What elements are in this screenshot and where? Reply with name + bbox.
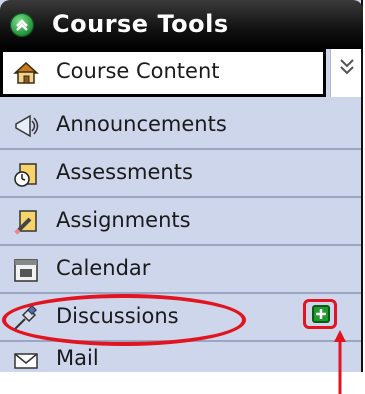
add-discussion-button[interactable] [312, 305, 330, 323]
menu-item-announcements[interactable]: Announcements [0, 102, 361, 150]
collapse-icon[interactable] [10, 13, 34, 37]
menu-item-label: Discussions [56, 304, 179, 328]
menu-item-label: Assessments [56, 160, 193, 184]
megaphone-icon [12, 112, 40, 140]
panel-header: Course Tools [0, 0, 363, 49]
collapse-chevron-glyph [16, 19, 28, 31]
menu-item-discussions[interactable]: Discussions [0, 294, 361, 342]
menu-item-course-content[interactable]: Course Content [0, 49, 326, 97]
panel-title: Course Tools [52, 10, 229, 38]
menu-item-label: Course Content [56, 59, 220, 83]
course-tools-panel: Course Tools Course Content Announcement… [0, 0, 363, 372]
assignment-pencil-icon [12, 208, 40, 236]
menu-item-label: Announcements [56, 112, 227, 136]
pushpin-icon [12, 304, 40, 332]
expand-button[interactable] [330, 49, 361, 97]
menu-item-assignments[interactable]: Assignments [0, 198, 361, 246]
menu-item-mail[interactable]: Mail [0, 342, 361, 372]
double-chevron-down-icon [340, 59, 354, 75]
menu-item-label: Assignments [56, 208, 191, 232]
envelope-icon [12, 348, 40, 376]
menu-item-label: Calendar [56, 256, 151, 280]
assessment-clipboard-icon [12, 160, 40, 188]
home-icon [12, 59, 40, 87]
menu-item-calendar[interactable]: Calendar [0, 246, 361, 294]
annotation-arrow-icon [334, 330, 346, 394]
menu-item-assessments[interactable]: Assessments [0, 150, 361, 198]
menu-item-label: Mail [56, 346, 99, 370]
calendar-icon [12, 256, 40, 284]
plus-icon [316, 309, 326, 319]
